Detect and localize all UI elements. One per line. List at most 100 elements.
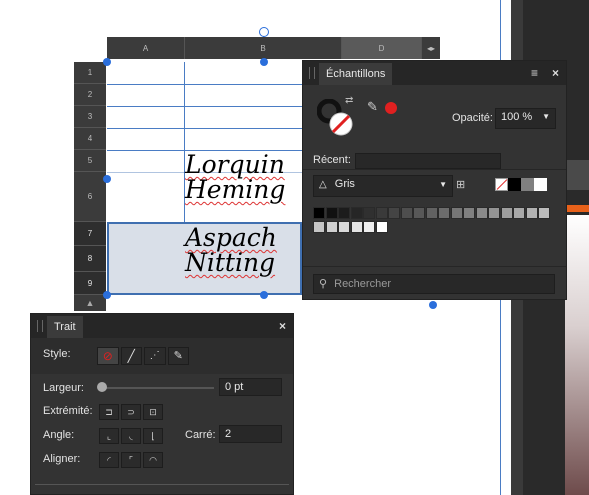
gray-swatch[interactable] bbox=[350, 221, 363, 233]
swap-colors-icon[interactable]: ⇄ bbox=[345, 95, 353, 106]
gray-swatch[interactable] bbox=[313, 207, 325, 219]
stroke-tab-bar: Trait × bbox=[31, 314, 293, 338]
gray-swatch[interactable] bbox=[513, 207, 525, 219]
fill-stroke-selector[interactable] bbox=[316, 98, 353, 136]
cell-text[interactable]: Heming bbox=[185, 177, 285, 202]
brush-line-icon[interactable]: ✎ bbox=[167, 347, 189, 365]
divider bbox=[303, 266, 566, 267]
row-header[interactable]: 7 bbox=[74, 222, 106, 246]
selection-handle[interactable] bbox=[260, 291, 268, 299]
panel-menu-icon[interactable]: ≡ bbox=[531, 66, 538, 80]
opacity-dropdown[interactable]: 100 % ▼ bbox=[495, 108, 556, 129]
gray-swatch[interactable] bbox=[463, 207, 475, 219]
round-join-icon[interactable]: ◟ bbox=[121, 428, 141, 444]
column-scroll-arrows-icon[interactable]: ◂▸ bbox=[422, 37, 440, 59]
row-header-bar: 1 2 3 4 5 6 7 8 9 bbox=[74, 62, 106, 295]
gray-swatch[interactable] bbox=[475, 207, 488, 219]
gray-swatch[interactable] bbox=[350, 207, 363, 219]
search-input[interactable]: ⚲ Rechercher bbox=[313, 274, 555, 294]
palette-dropdown[interactable]: △ Gris ▼ bbox=[313, 175, 453, 197]
black-swatch[interactable] bbox=[508, 178, 521, 191]
selection-handle[interactable] bbox=[103, 291, 111, 299]
gray-swatch[interactable] bbox=[363, 221, 375, 233]
swatch-grid bbox=[313, 207, 553, 235]
close-icon[interactable]: × bbox=[552, 66, 559, 80]
panel-grip-icon[interactable] bbox=[309, 67, 315, 79]
dashed-line-icon[interactable]: ⋰ bbox=[144, 347, 166, 365]
gray-swatch[interactable] bbox=[325, 221, 338, 233]
selection-handle[interactable] bbox=[260, 58, 268, 66]
row-scroll-icon[interactable]: ▲ bbox=[74, 295, 106, 311]
gray-swatch[interactable] bbox=[521, 178, 534, 191]
row-header[interactable]: 8 bbox=[74, 246, 106, 272]
stroke-panel: Trait × Style: ⊘ ╱ ⋰ ✎ Largeur: 0 pt Ext… bbox=[30, 313, 294, 495]
recent-swatches-strip[interactable] bbox=[355, 153, 501, 169]
join-label: Angle: bbox=[43, 429, 75, 441]
row-header[interactable]: 4 bbox=[74, 128, 106, 150]
current-color-swatch[interactable] bbox=[385, 102, 397, 114]
row-header[interactable]: 5 bbox=[74, 150, 106, 172]
column-header-a[interactable]: A bbox=[107, 37, 185, 59]
eyedropper-icon[interactable]: ✎ bbox=[367, 99, 378, 115]
tab-swatches[interactable]: Échantillons bbox=[319, 63, 393, 85]
solid-line-icon[interactable]: ╱ bbox=[120, 347, 142, 365]
cell-text[interactable]: Nitting bbox=[185, 250, 275, 275]
swatches-panel: Échantillons ≡ × ⇄ ✎ Opacité: 100 % ▼ Réc… bbox=[302, 60, 567, 300]
butt-cap-icon[interactable]: ⊐ bbox=[99, 404, 119, 420]
chevron-down-icon: ▼ bbox=[439, 180, 447, 189]
gray-swatch[interactable] bbox=[325, 207, 338, 219]
align-center-icon[interactable]: ⌜ bbox=[121, 452, 141, 468]
white-swatch[interactable] bbox=[534, 178, 547, 191]
width-slider-handle[interactable] bbox=[97, 382, 107, 392]
no-color-swatch[interactable] bbox=[495, 178, 508, 191]
search-icon: ⚲ bbox=[319, 278, 328, 290]
gray-swatch[interactable] bbox=[500, 207, 513, 219]
close-icon[interactable]: × bbox=[279, 319, 286, 333]
width-slider-track[interactable] bbox=[99, 387, 214, 389]
add-swatch-icon[interactable]: ⊞ bbox=[456, 178, 465, 191]
gray-swatch[interactable] bbox=[425, 207, 438, 219]
row-header[interactable]: 9 bbox=[74, 272, 106, 295]
miter-join-icon[interactable]: ⌞ bbox=[99, 428, 119, 444]
selection-handle[interactable] bbox=[103, 175, 111, 183]
gray-swatch[interactable] bbox=[375, 207, 388, 219]
selection-handle[interactable] bbox=[103, 58, 111, 66]
tab-stroke[interactable]: Trait bbox=[47, 316, 83, 338]
gray-swatch[interactable] bbox=[313, 221, 325, 233]
cell-text[interactable]: Lorquin bbox=[185, 152, 285, 177]
quick-colors bbox=[495, 178, 550, 191]
gray-swatch[interactable] bbox=[363, 207, 375, 219]
align-outside-icon[interactable]: ◠ bbox=[143, 452, 163, 468]
gray-swatch[interactable] bbox=[388, 207, 400, 219]
cell-text[interactable]: Aspach bbox=[185, 225, 277, 250]
gray-swatch[interactable] bbox=[525, 207, 538, 219]
column-header-d[interactable]: D bbox=[342, 37, 422, 59]
bevel-join-icon[interactable]: ⌊ bbox=[143, 428, 163, 444]
palette-icon: △ bbox=[319, 179, 327, 190]
no-stroke-icon[interactable]: ⊘ bbox=[97, 347, 119, 365]
gray-swatch[interactable] bbox=[338, 221, 350, 233]
gray-swatch[interactable] bbox=[338, 207, 350, 219]
panel-grip-icon[interactable] bbox=[37, 320, 43, 332]
gray-swatch[interactable] bbox=[375, 221, 388, 233]
gray-swatch[interactable] bbox=[400, 207, 413, 219]
gray-swatch[interactable] bbox=[413, 207, 425, 219]
row-header[interactable]: 1 bbox=[74, 62, 106, 84]
miter-field[interactable]: 2 bbox=[219, 425, 282, 443]
row-header[interactable]: 3 bbox=[74, 106, 106, 128]
align-inside-icon[interactable]: ◜ bbox=[99, 452, 119, 468]
row-header[interactable]: 6 bbox=[74, 172, 106, 222]
row-header[interactable]: 2 bbox=[74, 84, 106, 106]
rotate-handle[interactable] bbox=[259, 27, 269, 37]
gray-swatch[interactable] bbox=[488, 207, 500, 219]
selection-handle[interactable] bbox=[429, 301, 437, 309]
grid-line bbox=[107, 128, 302, 129]
square-cap-icon[interactable]: ⊡ bbox=[143, 404, 163, 420]
gray-swatch[interactable] bbox=[438, 207, 450, 219]
style-label: Style: bbox=[43, 348, 71, 360]
round-cap-icon[interactable]: ⊃ bbox=[121, 404, 141, 420]
width-field[interactable]: 0 pt bbox=[219, 378, 282, 396]
gray-swatch[interactable] bbox=[450, 207, 463, 219]
column-header-b[interactable]: B bbox=[185, 37, 342, 59]
gray-swatch[interactable] bbox=[538, 207, 550, 219]
